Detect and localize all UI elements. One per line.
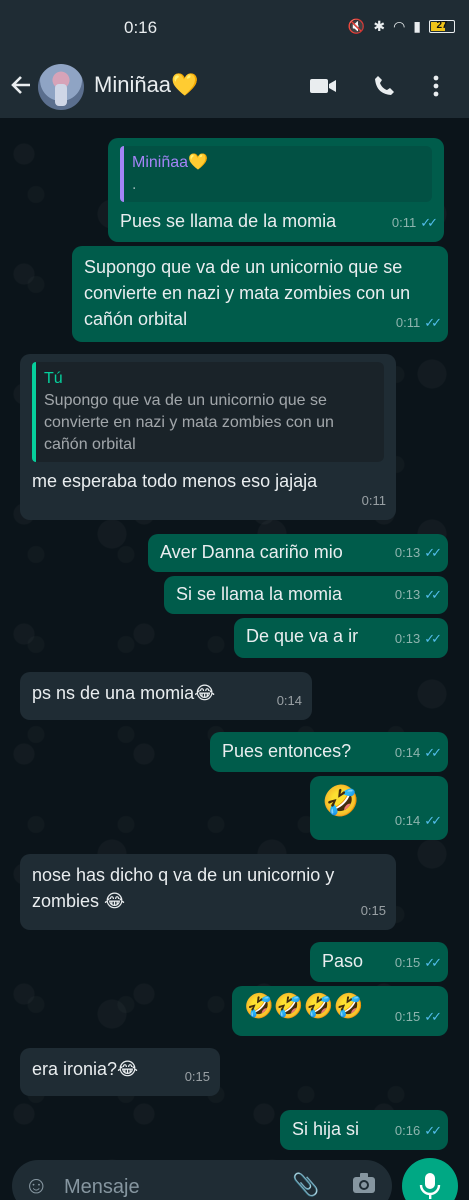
voice-call-icon[interactable] [372, 74, 396, 104]
back-arrow-icon[interactable] [8, 72, 36, 102]
message-meta: 0:15 ✓✓ [394, 950, 442, 976]
message-text: nose has dicho q va de un unicornio y zo… [32, 865, 335, 911]
message-meta: 0:14 [277, 688, 302, 714]
read-ticks-icon: ✓✓ [424, 1123, 442, 1138]
quoted-text: . [132, 176, 137, 193]
read-ticks-icon: ✓✓ [424, 545, 442, 560]
message-bubble-outgoing[interactable]: Aver Danna cariño mio 0:13 ✓✓ [148, 534, 448, 572]
message-input[interactable]: Mensaje [64, 1176, 140, 1199]
message-bubble-outgoing[interactable]: Si hija si 0:16 ✓✓ [280, 1110, 448, 1150]
message-time: 0:13 [394, 587, 421, 602]
bluetooth-icon: ✱ [373, 18, 386, 34]
message-time: 0:15 [360, 903, 386, 918]
chat-header: Miniñaa💛 [0, 58, 469, 118]
message-time: 0:13 [394, 545, 421, 560]
message-meta: 0:15 [361, 898, 386, 924]
message-bubble-outgoing[interactable]: Supongo que va de un unicornio que se co… [72, 246, 448, 342]
message-meta: 0:14 ✓✓ [394, 740, 442, 766]
camera-icon[interactable] [352, 1172, 376, 1200]
message-bubble-outgoing[interactable]: Pues entonces? 0:14 ✓✓ [210, 732, 448, 772]
read-ticks-icon: ✓✓ [424, 1009, 442, 1024]
message-text: ps ns de una momia😂 [32, 683, 216, 703]
message-bubble-incoming[interactable]: ps ns de una momia😂 0:14 [20, 672, 312, 720]
message-time: 0:11 [361, 493, 386, 508]
message-time: 0:15 [394, 955, 421, 970]
message-input-bar[interactable]: ☺ Mensaje 📎 [12, 1160, 392, 1200]
message-meta: 0:15 ✓✓ [394, 1004, 442, 1030]
video-call-icon[interactable] [308, 74, 338, 104]
message-meta: 0:13 ✓✓ [394, 540, 442, 566]
attach-icon[interactable]: 📎 [292, 1172, 319, 1198]
message-bubble-outgoing[interactable]: De que va a ir 0:13 ✓✓ [234, 618, 448, 658]
read-ticks-icon: ✓✓ [424, 813, 442, 828]
avatar[interactable] [38, 64, 84, 110]
read-ticks-icon: ✓✓ [424, 745, 442, 760]
message-meta: 0:16 ✓✓ [394, 1118, 442, 1144]
message-time: 0:13 [394, 631, 421, 646]
message-time: 0:15 [394, 1009, 421, 1024]
read-ticks-icon: ✓✓ [424, 315, 442, 330]
wifi-icon: ◠ [393, 18, 406, 34]
message-bubble-outgoing[interactable]: Si se llama la momia 0:13 ✓✓ [164, 576, 448, 614]
message-meta: 0:11 ✓✓ [395, 310, 442, 336]
message-bubble-incoming[interactable]: Tú Supongo que va de un unicornio que se… [20, 354, 396, 520]
quoted-message[interactable]: Tú Supongo que va de un unicornio que se… [32, 362, 384, 462]
status-bar: 0:16 🔇 ✱ ◠ ▮ 27 [0, 0, 469, 58]
message-time: 0:14 [276, 693, 302, 708]
message-text: me esperaba todo menos eso jajaja [32, 471, 318, 491]
battery-icon: 27 [429, 20, 455, 33]
contact-name[interactable]: Miniñaa💛 [94, 72, 198, 98]
battery-level: 27 [436, 20, 448, 31]
quoted-sender: Tú [44, 370, 63, 387]
menu-dots-icon[interactable] [432, 74, 440, 104]
message-meta: 0:11 ✓✓ [391, 210, 438, 236]
signal-icon: ▮ [413, 18, 421, 34]
message-text: Supongo que va de un unicornio que se co… [84, 257, 411, 329]
read-ticks-icon: ✓✓ [424, 587, 442, 602]
status-icons: 🔇 ✱ ◠ ▮ 27 [348, 18, 455, 35]
quoted-message[interactable]: Miniñaa💛 . [120, 146, 432, 202]
message-meta: 0:13 ✓✓ [394, 626, 442, 652]
read-ticks-icon: ✓✓ [424, 631, 442, 646]
message-meta: 0:13 ✓✓ [394, 582, 442, 608]
message-time: 0:14 [394, 813, 421, 828]
mic-icon [419, 1173, 441, 1199]
message-text: era ironia?😂 [32, 1059, 139, 1079]
chat-area[interactable]: Miniñaa💛 . Pues se llama de la momia 0:1… [0, 118, 469, 1168]
emoji-icon[interactable]: ☺ [24, 1172, 49, 1200]
message-meta: 0:15 [185, 1064, 210, 1090]
message-text: Pues se llama de la momia [120, 211, 337, 231]
message-bubble-incoming[interactable]: nose has dicho q va de un unicornio y zo… [20, 854, 396, 930]
message-meta: 0:11 [362, 488, 386, 514]
quoted-sender: Miniñaa💛 [132, 154, 208, 171]
quoted-text: Supongo que va de un unicornio que se co… [44, 392, 334, 453]
message-bubble-outgoing[interactable]: Paso 0:15 ✓✓ [310, 942, 448, 982]
message-bubble-outgoing[interactable]: Miniñaa💛 . Pues se llama de la momia 0:1… [108, 138, 444, 242]
message-bubble-incoming[interactable]: era ironia?😂 0:15 [20, 1048, 220, 1096]
read-ticks-icon: ✓✓ [424, 955, 442, 970]
message-time: 0:14 [394, 745, 421, 760]
message-time: 0:16 [394, 1123, 421, 1138]
status-time: 0:16 [124, 18, 158, 37]
message-bubble-outgoing[interactable]: 🤣🤣🤣🤣 0:15 ✓✓ [232, 986, 448, 1036]
message-time: 0:11 [391, 215, 417, 230]
message-bubble-outgoing[interactable]: 🤣 0:14 ✓✓ [310, 776, 448, 840]
message-time: 0:15 [184, 1069, 210, 1084]
message-time: 0:11 [395, 315, 421, 330]
message-meta: 0:14 ✓✓ [394, 808, 442, 834]
read-ticks-icon: ✓✓ [420, 215, 438, 230]
mute-icon: 🔇 [347, 18, 366, 34]
